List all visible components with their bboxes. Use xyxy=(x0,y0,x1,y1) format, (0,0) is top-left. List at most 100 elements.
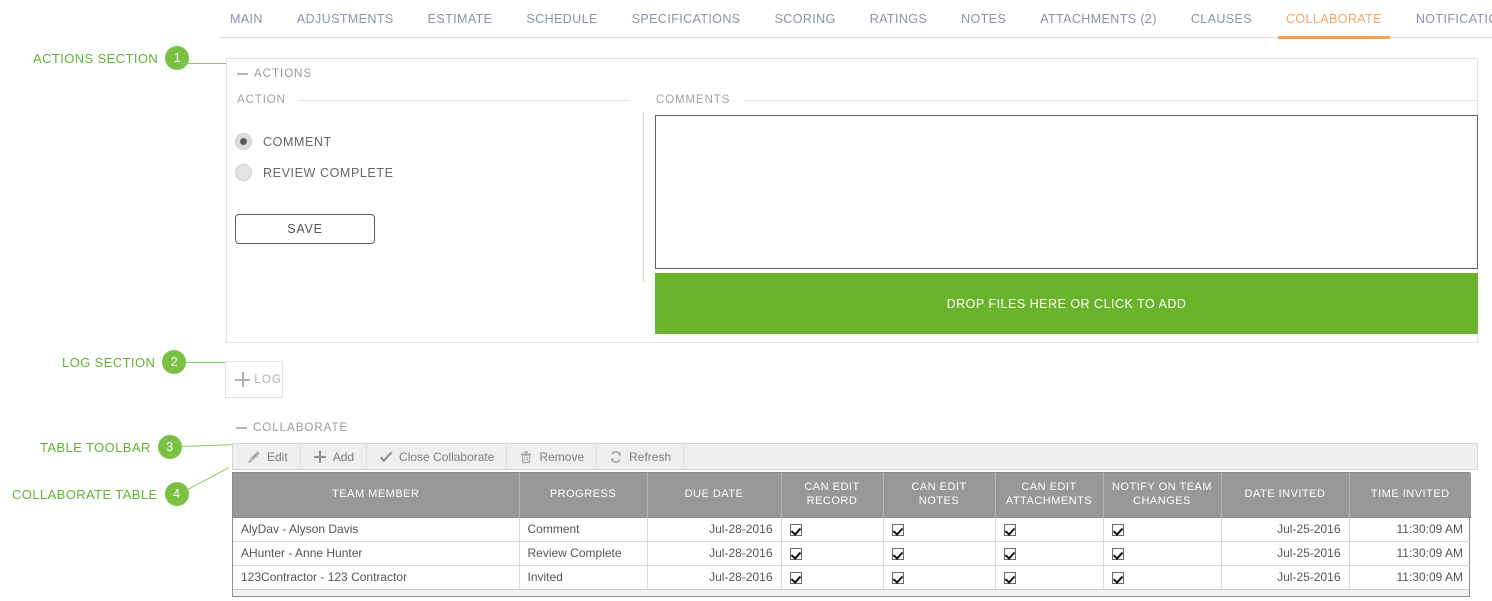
remove-button[interactable]: Remove xyxy=(507,444,597,469)
table-row[interactable]: 123Contractor - 123 ContractorInvitedJul… xyxy=(233,565,1471,589)
table-row[interactable]: AlyDav - Alyson DavisCommentJul-28-2016J… xyxy=(233,517,1471,541)
table-header-cell[interactable]: DATE INVITED xyxy=(1221,473,1349,517)
actions-section-header[interactable]: ACTIONS xyxy=(227,59,1477,80)
table-header-row: TEAM MEMBERPROGRESSDUE DATECAN EDIT RECO… xyxy=(233,473,1471,517)
cell-progress: Review Complete xyxy=(519,541,647,565)
checkbox-checked-icon[interactable] xyxy=(1112,572,1124,584)
annotation-actions-section: ACTIONS SECTION 1 xyxy=(33,46,189,70)
table-header-cell[interactable]: TIME INVITED xyxy=(1349,473,1471,517)
annotation-leader-line xyxy=(182,362,227,363)
annotation-label: COLLABORATE TABLE xyxy=(12,487,158,502)
close-collaborate-button[interactable]: Close Collaborate xyxy=(367,444,507,469)
checkbox-checked-icon[interactable] xyxy=(790,524,802,536)
save-button[interactable]: SAVE xyxy=(235,214,375,244)
log-section-toggle[interactable]: LOG xyxy=(225,361,283,398)
tab-adjustments[interactable]: ADJUSTMENTS xyxy=(297,0,394,38)
tab-schedule[interactable]: SCHEDULE xyxy=(526,0,597,38)
radio-comment-label: COMMENT xyxy=(263,135,332,149)
table-body: AlyDav - Alyson DavisCommentJul-28-2016J… xyxy=(233,517,1471,589)
add-button[interactable]: Add xyxy=(301,444,367,469)
checkbox-checked-icon[interactable] xyxy=(790,548,802,560)
radio-option-review-complete[interactable]: REVIEW COMPLETE xyxy=(235,164,394,181)
checkbox-checked-icon[interactable] xyxy=(790,572,802,584)
pencil-icon xyxy=(247,450,261,464)
annotation-leader-line xyxy=(182,63,228,64)
table-header-cell[interactable]: NOTIFY ON TEAM CHANGES xyxy=(1103,473,1221,517)
cell-time-invited: 11:30:09 AM xyxy=(1349,541,1471,565)
tab-notifications[interactable]: NOTIFICATIONS xyxy=(1416,0,1492,38)
annotation-log-section: LOG SECTION 2 xyxy=(62,350,186,374)
table-footer xyxy=(233,589,1469,596)
cell-notify-on-team-changes[interactable] xyxy=(1103,541,1221,565)
cell-notify-on-team-changes[interactable] xyxy=(1103,565,1221,589)
cell-can-edit-record[interactable] xyxy=(781,517,883,541)
checkbox-checked-icon[interactable] xyxy=(1112,548,1124,560)
add-button-label: Add xyxy=(333,450,354,464)
cell-due-date: Jul-28-2016 xyxy=(647,565,781,589)
cell-notify-on-team-changes[interactable] xyxy=(1103,517,1221,541)
edit-button[interactable]: Edit xyxy=(233,444,301,469)
checkbox-checked-icon[interactable] xyxy=(892,524,904,536)
action-group-label: ACTION xyxy=(237,94,286,106)
main-tab-bar: MAIN ADJUSTMENTS ESTIMATE SCHEDULE SPECIFICA… xyxy=(220,0,1492,38)
minus-icon xyxy=(237,73,248,75)
cell-can-edit-notes[interactable] xyxy=(883,517,995,541)
remove-button-label: Remove xyxy=(539,450,584,464)
comments-textarea[interactable] xyxy=(655,115,1478,269)
tab-attachments-2[interactable]: ATTACHMENTS (2) xyxy=(1040,0,1157,38)
close-collaborate-button-label: Close Collaborate xyxy=(399,450,494,464)
cell-date-invited: Jul-25-2016 xyxy=(1221,517,1349,541)
cell-can-edit-record[interactable] xyxy=(781,565,883,589)
cell-can-edit-attachments[interactable] xyxy=(995,565,1103,589)
radio-option-comment[interactable]: COMMENT xyxy=(235,133,332,150)
tab-clauses[interactable]: CLAUSES xyxy=(1191,0,1252,38)
minus-icon xyxy=(236,427,247,429)
tab-notes[interactable]: NOTES xyxy=(961,0,1006,38)
cell-progress: Invited xyxy=(519,565,647,589)
collaborate-table-element: TEAM MEMBERPROGRESSDUE DATECAN EDIT RECO… xyxy=(233,473,1471,589)
cell-date-invited: Jul-25-2016 xyxy=(1221,565,1349,589)
cell-can-edit-notes[interactable] xyxy=(883,565,995,589)
checkbox-checked-icon[interactable] xyxy=(892,572,904,584)
table-header-cell[interactable]: CAN EDIT ATTACHMENTS xyxy=(995,473,1103,517)
table-row[interactable]: AHunter - Anne HunterReview CompleteJul-… xyxy=(233,541,1471,565)
tab-collaborate[interactable]: COLLABORATE xyxy=(1286,0,1382,38)
tab-ratings[interactable]: RATINGS xyxy=(870,0,927,38)
checkbox-checked-icon[interactable] xyxy=(1004,572,1016,584)
table-header-cell[interactable]: CAN EDIT RECORD xyxy=(781,473,883,517)
cell-can-edit-record[interactable] xyxy=(781,541,883,565)
table-header-cell[interactable]: CAN EDIT NOTES xyxy=(883,473,995,517)
collaborate-section-header[interactable]: COLLABORATE xyxy=(236,422,348,434)
table-header-cell[interactable]: TEAM MEMBER xyxy=(233,473,519,517)
table-header-cell[interactable]: PROGRESS xyxy=(519,473,647,517)
tab-main[interactable]: MAIN xyxy=(230,0,263,38)
tab-specifications[interactable]: SPECIFICATIONS xyxy=(632,0,741,38)
edit-button-label: Edit xyxy=(267,450,288,464)
refresh-button[interactable]: Refresh xyxy=(597,444,684,469)
cell-can-edit-notes[interactable] xyxy=(883,541,995,565)
file-dropzone[interactable]: DROP FILES HERE OR CLICK TO ADD xyxy=(655,273,1478,334)
radio-review-complete-input[interactable] xyxy=(235,164,252,181)
annotation-badge: 4 xyxy=(165,482,189,506)
annotation-leader-line xyxy=(182,444,234,447)
annotation-table-toolbar: TABLE TOOLBAR 3 xyxy=(40,435,182,459)
annotation-label: ACTIONS SECTION xyxy=(33,51,158,66)
checkbox-checked-icon[interactable] xyxy=(892,548,904,560)
checkbox-checked-icon[interactable] xyxy=(1004,548,1016,560)
cell-date-invited: Jul-25-2016 xyxy=(1221,541,1349,565)
cell-can-edit-attachments[interactable] xyxy=(995,517,1103,541)
trash-icon xyxy=(519,450,533,464)
tab-estimate[interactable]: ESTIMATE xyxy=(428,0,493,38)
radio-comment-input[interactable] xyxy=(235,133,252,150)
annotation-label: TABLE TOOLBAR xyxy=(40,440,151,455)
actions-section-title: ACTIONS xyxy=(254,68,312,80)
comments-group-rule xyxy=(745,100,1477,101)
table-header-cell[interactable]: DUE DATE xyxy=(647,473,781,517)
cell-can-edit-attachments[interactable] xyxy=(995,541,1103,565)
panel-vertical-divider xyxy=(643,112,644,282)
checkbox-checked-icon[interactable] xyxy=(1004,524,1016,536)
checkbox-checked-icon[interactable] xyxy=(1112,524,1124,536)
tab-scoring[interactable]: SCORING xyxy=(775,0,836,38)
plus-icon xyxy=(313,450,327,464)
action-group-rule xyxy=(299,100,629,101)
